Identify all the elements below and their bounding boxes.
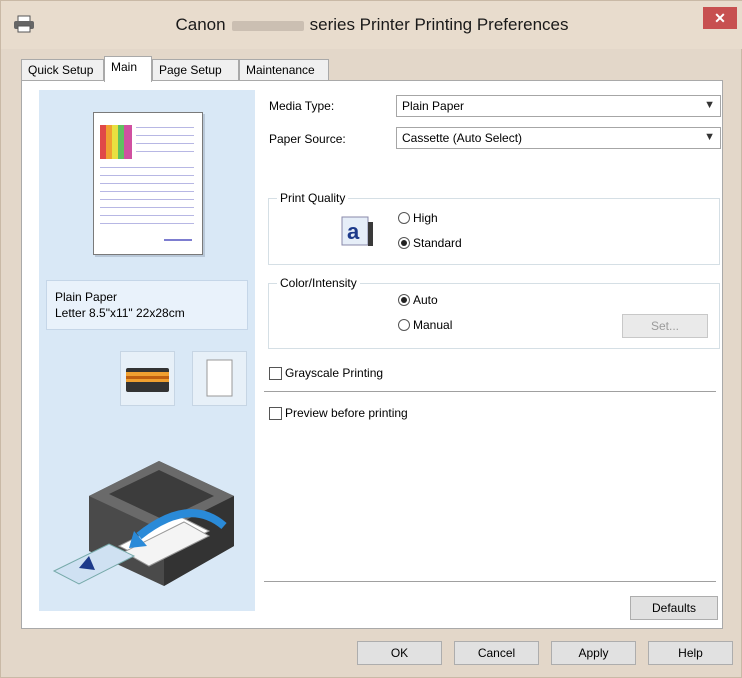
paper-type-text: Plain Paper [55,290,118,304]
tab-page-setup[interactable]: Page Setup [152,59,239,81]
print-quality-legend: Print Quality [277,191,349,205]
grayscale-printing-label: Grayscale Printing [285,366,384,380]
defaults-button[interactable]: Defaults [630,596,718,620]
chevron-down-icon: ▼ [704,131,715,143]
grayscale-printing-checkbox[interactable]: Grayscale Printing [269,366,383,380]
close-button[interactable]: ✕ [703,7,737,29]
title-prefix: Canon [175,15,226,34]
cassette-source-icon [120,351,175,406]
title-suffix: series Printer Printing Preferences [309,15,569,34]
text-line [136,143,194,144]
redacted-model-name [231,20,304,31]
text-line [100,215,194,216]
cancel-button[interactable]: Cancel [454,641,539,665]
separator [264,581,716,582]
tab-main[interactable]: Main [104,56,152,82]
tab-maintenance[interactable]: Maintenance [239,59,329,81]
paper-source-dropdown[interactable]: Cassette (Auto Select) ▼ [396,127,721,149]
checkbox-box [269,406,282,420]
color-manual-label: Manual [413,318,453,332]
text-line [100,183,194,184]
quality-high-radio[interactable]: High [398,211,438,225]
paper-sheet-icon [192,351,247,406]
quality-standard-label: Standard [413,236,462,250]
printer-preferences-window: Canon series Printer Printing Preferences… [0,0,742,678]
set-button[interactable]: Set... [622,314,708,338]
paper-size-text: Letter 8.5"x11" 22x28cm [55,306,185,320]
tab-quick-setup[interactable]: Quick Setup [21,59,104,81]
media-type-label: Media Type: [269,99,335,113]
radio-indicator [398,212,410,224]
paper-source-label: Paper Source: [269,132,346,146]
color-manual-radio[interactable]: Manual [398,318,452,332]
text-line [100,199,194,200]
page-layout-preview [93,112,203,255]
media-type-value: Plain Paper [402,99,465,113]
text-line [136,151,194,152]
ok-button[interactable]: OK [357,641,442,665]
apply-button[interactable]: Apply [551,641,636,665]
text-line [100,207,194,208]
text-line [164,239,192,241]
quality-standard-radio[interactable]: Standard [398,236,462,250]
print-quality-group: Print Quality [268,191,720,265]
paper-info-box: Plain Paper Letter 8.5"x11" 22x28cm [46,280,248,330]
svg-text:a: a [347,219,360,244]
preview-before-printing-checkbox[interactable]: Preview before printing [269,406,408,420]
title-bar: Canon series Printer Printing Preferences… [1,1,742,49]
media-type-dropdown[interactable]: Plain Paper ▼ [396,95,721,117]
color-auto-radio[interactable]: Auto [398,293,438,307]
text-line [136,135,194,136]
text-line [100,223,194,224]
color-image-thumbnail [100,125,132,159]
checkbox-box [269,366,282,380]
quality-high-label: High [413,211,438,225]
printer-illustration [52,461,234,586]
text-line [136,127,194,128]
window-title: Canon series Printer Printing Preferences [1,15,742,35]
paper-source-value: Cassette (Auto Select) [402,131,523,145]
radio-indicator [398,319,410,331]
chevron-down-icon: ▼ [704,99,715,111]
text-line [100,191,194,192]
separator [264,391,716,392]
help-button[interactable]: Help [648,641,733,665]
radio-indicator [398,237,410,249]
color-intensity-legend: Color/Intensity [277,276,360,290]
color-auto-label: Auto [413,293,438,307]
text-line [100,167,194,168]
preview-before-printing-label: Preview before printing [285,406,408,420]
radio-indicator [398,294,410,306]
print-quality-icon: a [341,216,373,246]
text-line [100,175,194,176]
